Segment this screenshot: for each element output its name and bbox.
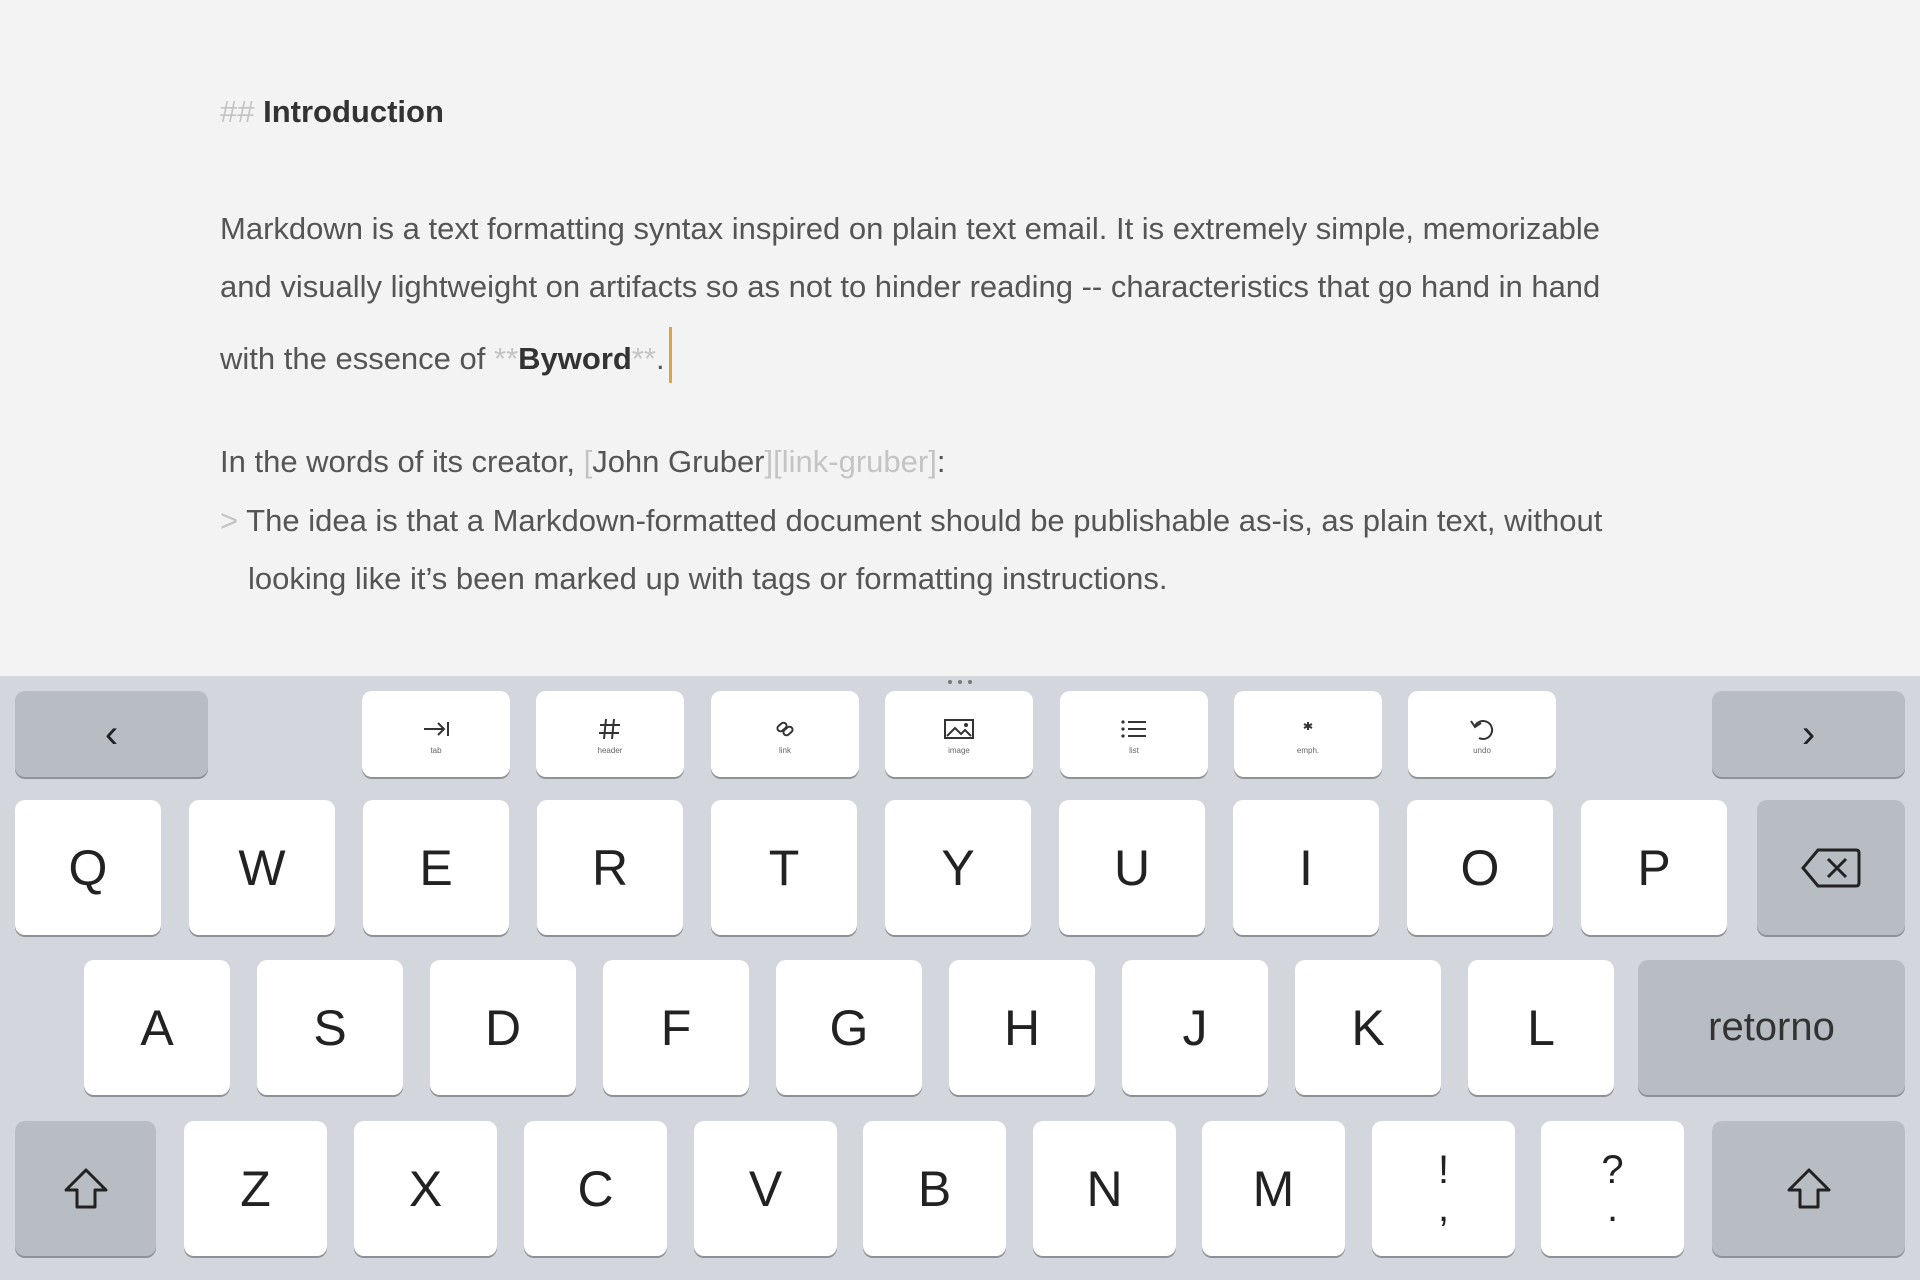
bold-marker-close: ** [631, 341, 656, 376]
shift-key-left[interactable] [15, 1121, 156, 1256]
key-top-char: ! [1437, 1147, 1450, 1192]
key-q[interactable]: Q [15, 800, 161, 935]
key-f[interactable]: F [603, 960, 749, 1095]
backspace-key[interactable] [1757, 800, 1905, 935]
onscreen-keyboard: ‹ tab header link image list emph. undo … [0, 676, 1920, 1280]
key-g[interactable]: G [776, 960, 922, 1095]
toolbar-key-label: emph. [1296, 745, 1320, 755]
blockquote-marker: > [220, 503, 239, 538]
list-icon [1121, 719, 1146, 738]
undo-icon [1470, 719, 1494, 740]
key-y[interactable]: Y [885, 800, 1031, 935]
image-icon [944, 718, 974, 739]
key-z[interactable]: Z [184, 1121, 327, 1256]
link-text: John Gruber [592, 444, 765, 479]
text-cursor [668, 327, 672, 383]
shift-icon [64, 1168, 107, 1208]
chevron-right-icon: › [1801, 711, 1816, 756]
chevron-left-icon: ‹ [104, 711, 119, 756]
period: . [655, 341, 665, 376]
bold-marker-open: ** [494, 341, 519, 376]
toolbar-key-label: tab [430, 745, 442, 755]
key-e[interactable]: E [363, 800, 509, 935]
toolbar-image-button[interactable]: image [885, 691, 1033, 777]
key-h[interactable]: H [949, 960, 1095, 1095]
key-a[interactable]: A [84, 960, 230, 1095]
key-k[interactable]: K [1295, 960, 1441, 1095]
hash-icon [599, 718, 620, 739]
key-exclamation-comma[interactable]: ! , [1372, 1121, 1515, 1256]
toolbar-key-label: link [778, 745, 791, 755]
return-key[interactable]: retorno [1638, 960, 1905, 1095]
shift-icon [1787, 1168, 1830, 1208]
key-bottom-char: . [1606, 1185, 1619, 1230]
key-p[interactable]: P [1581, 800, 1727, 935]
key-x[interactable]: X [354, 1121, 497, 1256]
key-bottom-char: , [1437, 1185, 1450, 1230]
toolbar-key-label: image [948, 745, 970, 755]
heading-text: Introduction [263, 94, 444, 129]
key-question-period[interactable]: ? . [1541, 1121, 1684, 1256]
markdown-editor[interactable]: ## Introduction Markdown is a text forma… [0, 0, 1920, 676]
key-d[interactable]: D [430, 960, 576, 1095]
blockquote-line: > The idea is that a Markdown-formatted … [220, 503, 1602, 539]
toolbar-header-button[interactable]: header [536, 691, 684, 777]
toolbar-prev-button[interactable]: ‹ [15, 691, 208, 777]
paragraph-line: with the essence of **Byword**. [220, 327, 672, 383]
toolbar-key-label: header [597, 745, 623, 755]
toolbar-list-button[interactable]: list [1060, 691, 1208, 777]
link-reference: ][link-gruber] [764, 444, 937, 479]
key-r[interactable]: R [537, 800, 683, 935]
heading-line: ## Introduction [220, 94, 444, 130]
asterisk-icon [1303, 721, 1313, 730]
key-u[interactable]: U [1059, 800, 1205, 935]
shift-key-right[interactable] [1712, 1121, 1905, 1256]
blockquote-text: The idea is that a Markdown-formatted do… [246, 503, 1603, 538]
blockquote-line: looking like it’s been marked up with ta… [248, 561, 1168, 596]
key-v[interactable]: V [694, 1121, 837, 1256]
key-n[interactable]: N [1033, 1121, 1176, 1256]
key-m[interactable]: M [1202, 1121, 1345, 1256]
link-bracket: [ [583, 444, 593, 479]
colon: : [936, 444, 946, 479]
paragraph-text: In the words of its creator, [220, 444, 584, 479]
key-c[interactable]: C [524, 1121, 667, 1256]
key-i[interactable]: I [1233, 800, 1379, 935]
paragraph-text: with the essence of [220, 341, 494, 376]
link-icon [776, 721, 794, 736]
bold-text: Byword [518, 341, 632, 376]
key-w[interactable]: W [189, 800, 335, 935]
tab-icon [424, 721, 449, 736]
keyboard-grip[interactable] [945, 678, 975, 686]
key-t[interactable]: T [711, 800, 857, 935]
paragraph-line: In the words of its creator, [John Grube… [220, 444, 945, 480]
backspace-icon [1801, 848, 1861, 887]
paragraph-line: Markdown is a text formatting syntax ins… [220, 211, 1601, 246]
toolbar-next-button[interactable]: › [1712, 691, 1905, 777]
toolbar-tab-button[interactable]: tab [362, 691, 510, 777]
key-l[interactable]: L [1468, 960, 1614, 1095]
key-b[interactable]: B [863, 1121, 1006, 1256]
toolbar-undo-button[interactable]: undo [1408, 691, 1556, 777]
key-j[interactable]: J [1122, 960, 1268, 1095]
heading-marker: ## [220, 94, 255, 129]
key-s[interactable]: S [257, 960, 403, 1095]
toolbar-link-button[interactable]: link [711, 691, 859, 777]
toolbar-emph-button[interactable]: emph. [1234, 691, 1382, 777]
toolbar-key-label: list [1129, 745, 1139, 755]
paragraph-line: and visually lightweight on artifacts so… [220, 269, 1601, 304]
toolbar-key-label: undo [1473, 745, 1491, 755]
key-top-char: ? [1601, 1147, 1624, 1192]
key-o[interactable]: O [1407, 800, 1553, 935]
